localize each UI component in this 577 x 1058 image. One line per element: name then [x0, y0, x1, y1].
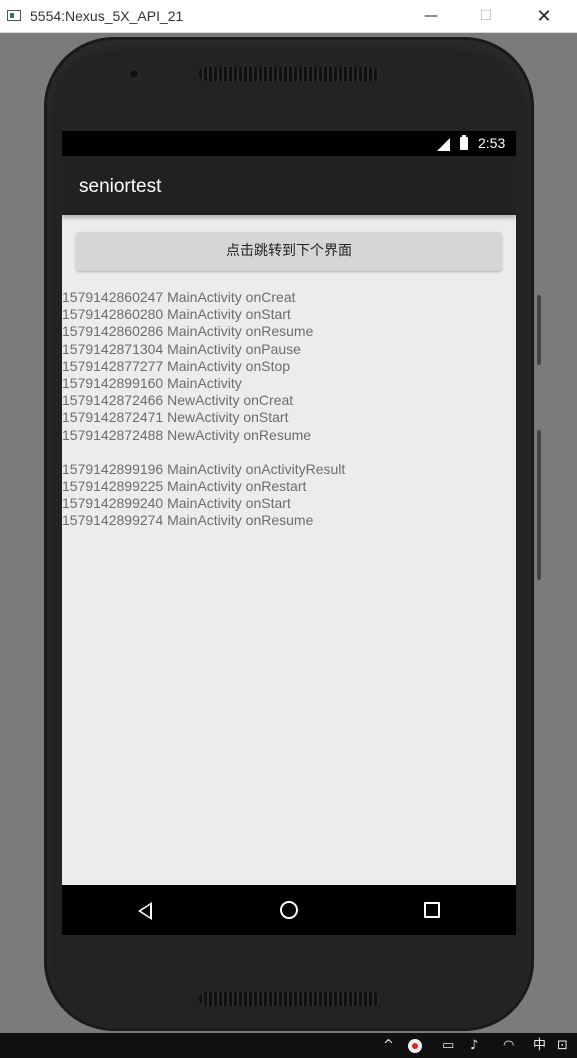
top-speaker-grille [199, 67, 379, 81]
display-tray-icon[interactable]: ▭ [442, 1039, 454, 1053]
status-bar: 2:53 [62, 131, 516, 156]
volume-icon[interactable]: ♪ [470, 1039, 478, 1053]
log-line: 1579142860286 MainActivity onResume [62, 323, 314, 340]
log-line: 1579142877277 MainActivity onStop [62, 357, 291, 374]
tray-chevron-up-icon[interactable]: ^ [383, 1039, 394, 1053]
emulator-app-icon [7, 10, 21, 21]
recents-icon[interactable] [424, 902, 440, 918]
log-line: 1579142899196 MainActivity onActivityRes… [62, 460, 346, 477]
battery-icon [460, 135, 468, 150]
log-line: 1579142872471 NewActivity onStart [62, 409, 289, 426]
log-line: 1579142899160 MainActivity [62, 374, 242, 391]
app-bar: seniortest [62, 156, 516, 215]
close-button[interactable]: ✕ [521, 0, 567, 33]
log-line: 1579142871304 MainActivity onPause [62, 340, 301, 357]
log-line: 1579142860280 MainActivity onStart [62, 306, 291, 323]
maximize-button[interactable]: ☐ [463, 0, 509, 33]
minimize-button[interactable]: — [408, 0, 454, 33]
jump-to-next-screen-button[interactable]: 点击跳转到下个界面 [76, 232, 502, 271]
volume-rocker[interactable] [537, 430, 541, 580]
window-titlebar: 5554:Nexus_5X_API_21 — ☐ ✕ [0, 0, 577, 33]
window-title: 5554:Nexus_5X_API_21 [30, 8, 184, 24]
front-camera [128, 68, 140, 80]
log-line: 1579142899240 MainActivity onStart [62, 495, 291, 512]
signal-icon [437, 138, 450, 151]
power-button[interactable] [537, 295, 541, 365]
qq-tray-icon[interactable] [408, 1039, 422, 1053]
input-tray-icon[interactable]: ⊡ [557, 1039, 568, 1053]
ime-indicator[interactable]: 中 [533, 1039, 546, 1053]
log-line: 1579142860247 MainActivity onCreat [62, 289, 296, 305]
navigation-bar [62, 885, 516, 935]
lifecycle-log: 1579142860247 MainActivity onCreat 15791… [62, 289, 516, 530]
log-line: 1579142899225 MainActivity onRestart [62, 478, 307, 495]
log-line: 1579142872466 NewActivity onCreat [62, 392, 294, 409]
bottom-speaker-grille [199, 992, 379, 1006]
wifi-icon[interactable]: ◠ [503, 1039, 514, 1053]
status-clock: 2:53 [478, 135, 506, 151]
log-line-blank [62, 444, 516, 461]
log-line: 1579142872488 NewActivity onResume [62, 426, 312, 443]
log-line: 1579142899274 MainActivity onResume [62, 512, 314, 529]
home-icon[interactable] [280, 901, 298, 919]
back-icon[interactable] [138, 902, 152, 920]
device-screen: 2:53 seniortest 点击跳转到下个界面 1579142860247 … [62, 131, 516, 935]
windows-taskbar: ^ ▭ ♪ ◠ 中 ⊡ [0, 1033, 577, 1058]
app-title: seniortest [79, 176, 162, 197]
